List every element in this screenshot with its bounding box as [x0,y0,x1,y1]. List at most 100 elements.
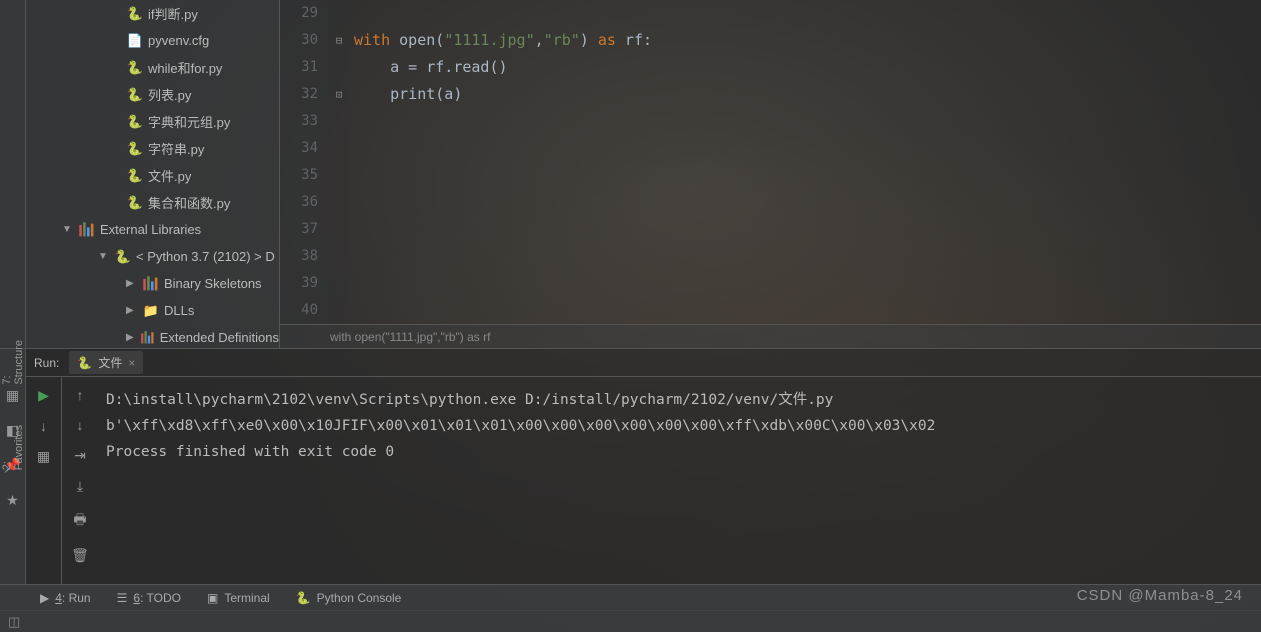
terminal-tool-button[interactable]: ▣ Terminal [207,591,270,605]
line-number: 32 [280,81,318,108]
fold-start-icon[interactable]: ⊟ [328,27,350,54]
run-tab-label: 文件 [98,354,122,371]
trash-icon[interactable]: 🗑 [71,547,89,564]
favorites-tool-tab[interactable]: 2: Favorites [1,425,25,470]
python-icon: 🐍 [114,249,132,265]
python-file-icon: 🐍 [126,60,144,76]
code-keyword: with [354,31,390,49]
console-line: D:\install\pycharm\2102\venv\Scripts\pyt… [106,387,1253,413]
library-label: Extended Definitions [160,330,279,345]
line-number: 29 [280,0,318,27]
scroll-end-icon[interactable]: ⤓ [77,478,83,495]
external-libraries-label: External Libraries [100,222,201,237]
rerun-icon[interactable]: ↓ [40,418,47,434]
todo-icon: ☰ [117,591,128,605]
library-tree-item[interactable]: ▶ Binary Skeletons [26,270,279,297]
file-label: 文件.py [148,166,191,185]
file-tree-item[interactable]: 🐍 文件.py [26,162,279,189]
line-number: 37 [280,216,318,243]
python-icon: 🐍 [296,591,311,605]
file-label: while和for.py [148,58,222,77]
run-icon[interactable]: ▶ [38,387,49,404]
bottom-tool-bar: ▶ 44: Run: Run ☰ 6: TODO ▣ Terminal 🐍 Py… [0,584,1261,610]
file-tree-item[interactable]: 🐍 while和for.py [26,54,279,81]
windows-icon[interactable]: ◫ [8,614,20,630]
file-tree-item[interactable]: 🐍 字典和元组.py [26,108,279,135]
run-toolbar-primary: ▶ ↓ ▦ [26,377,62,584]
collapse-arrow-icon: ▶ [126,305,142,316]
play-icon: ▶ [40,591,49,605]
fold-end-icon[interactable]: ⊡ [328,81,350,108]
code-breadcrumb[interactable]: with open("1111.jpg","rb") as rf [280,324,1261,348]
left-tool-strip: 7: Structure 2: Favorites [0,0,26,348]
down-icon[interactable]: ↓ [77,417,84,433]
file-label: 字典和元组.py [148,112,230,131]
line-number: 38 [280,243,318,270]
fold-column[interactable]: ⊟ ⊡ [328,0,350,324]
file-tree-item[interactable]: 🐍 字符串.py [26,135,279,162]
line-number: 31 [280,54,318,81]
line-number-gutter: 29 30 31 32 33 34 35 36 37 38 39 40 [280,0,328,324]
code-editor[interactable]: 29 30 31 32 33 34 35 36 37 38 39 40 ⊟ [280,0,1261,348]
library-tree-item[interactable]: ▶ Extended Definitions [26,324,279,348]
line-number: 40 [280,297,318,324]
line-number: 34 [280,135,318,162]
project-sidebar[interactable]: 🐍 if判断.py 📄 pyvenv.cfg 🐍 while和for.py 🐍 … [26,0,280,348]
python-file-icon: 🐍 [126,87,144,103]
console-output[interactable]: D:\install\pycharm\2102\venv\Scripts\pyt… [98,377,1261,584]
run-panel: ▦ ◧ 📌 ★ Run: 🐍 文件 × ▶ ↓ ▦ [0,348,1261,584]
file-label: pyvenv.cfg [148,33,209,48]
run-config-tab[interactable]: 🐍 文件 × [69,351,143,374]
file-label: 集合和函数.py [148,193,230,212]
star-icon[interactable]: ★ [6,492,19,509]
external-libraries-node[interactable]: ▼ External Libraries [26,216,279,243]
library-tree-item[interactable]: ▶ 📁 DLLs [26,297,279,324]
close-icon[interactable]: × [128,356,135,370]
soft-wrap-icon[interactable]: ⇥ [74,447,86,464]
library-icon [140,330,156,346]
expand-arrow-icon: ▼ [98,251,114,262]
console-line: Process finished with exit code 0 [106,439,1253,465]
console-line: b'\xff\xd8\xff\xe0\x00\x10JFIF\x00\x01\x… [106,413,1253,439]
expand-arrow-icon: ▼ [62,224,78,235]
python-interpreter-label: < Python 3.7 (2102) > D [136,249,275,264]
folder-icon: 📁 [142,303,160,319]
python-file-icon: 🐍 [126,6,144,22]
code-line: a = rf.read() [354,54,1261,81]
file-label: if判断.py [148,4,198,23]
file-tree-item[interactable]: 🐍 列表.py [26,81,279,108]
line-number: 33 [280,108,318,135]
line-number: 36 [280,189,318,216]
print-icon[interactable]: 🖶 [73,509,86,533]
collapse-arrow-icon: ▶ [126,278,142,289]
python-interpreter-node[interactable]: ▼ 🐍 < Python 3.7 (2102) > D [26,243,279,270]
python-file-icon: 🐍 [126,114,144,130]
file-label: 字符串.py [148,139,204,158]
stop-icon[interactable]: ▦ [37,448,50,465]
python-file-icon: 🐍 [126,168,144,184]
up-icon[interactable]: ↑ [77,387,84,403]
python-console-button[interactable]: 🐍 Python Console [296,591,402,605]
run-label: Run: [34,356,59,370]
watermark-text: CSDN @Mamba-8_24 [1077,587,1243,604]
file-label: 列表.py [148,85,191,104]
code-line: print(a) [354,81,1261,108]
python-file-icon: 🐍 [126,195,144,211]
file-tree-item[interactable]: 🐍 if判断.py [26,0,279,27]
layout-icon[interactable]: ▦ [6,387,19,404]
library-icon [142,275,160,293]
line-number: 35 [280,162,318,189]
file-tree-item[interactable]: 📄 pyvenv.cfg [26,27,279,54]
python-icon: 🐍 [77,356,92,370]
todo-tool-button[interactable]: ☰ 6: TODO [117,591,181,605]
line-number: 30 [280,27,318,54]
run-tool-button[interactable]: ▶ 44: Run: Run [40,591,91,605]
file-tree-item[interactable]: 🐍 集合和函数.py [26,189,279,216]
collapse-arrow-icon: ▶ [126,332,140,343]
code-content[interactable]: with open("1111.jpg","rb") as rf: a = rf… [350,0,1261,324]
library-label: DLLs [164,303,194,318]
run-panel-header: Run: 🐍 文件 × [26,349,1261,377]
footer-strip: ◫ [0,610,1261,632]
structure-tool-tab[interactable]: 7: Structure [1,340,25,385]
line-number: 39 [280,270,318,297]
